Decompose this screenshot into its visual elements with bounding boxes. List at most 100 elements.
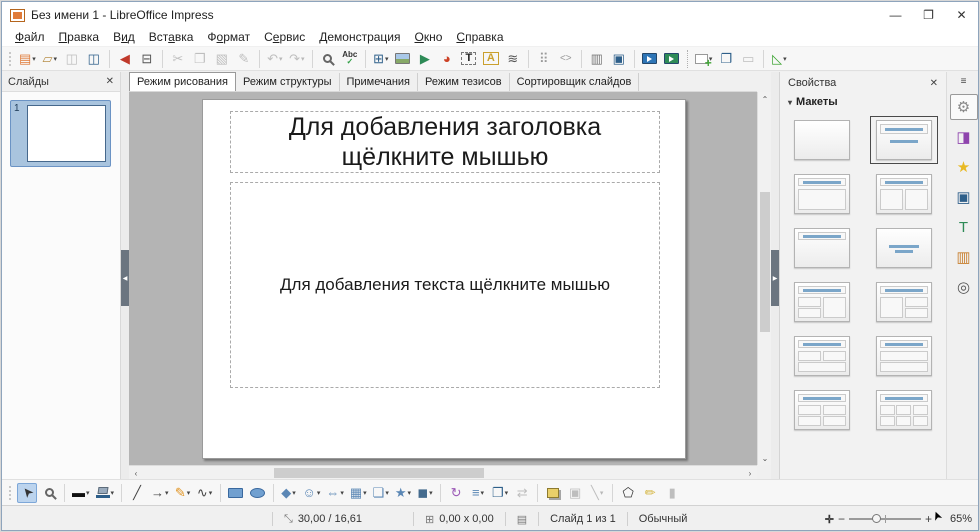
menu-Демонстрация[interactable]: Демонстрация (312, 28, 407, 46)
new-slide-icon[interactable]: +▾ (693, 49, 715, 69)
layout-title-4content[interactable] (788, 386, 856, 434)
duplicate-slide-icon[interactable]: ❐ (716, 49, 736, 69)
curves-and-polygons-icon[interactable]: ✎▾ (173, 483, 193, 503)
properties-icon[interactable]: ⚙ (950, 94, 978, 120)
modified-status[interactable]: ▤ (511, 513, 533, 526)
tab-Сортировщик слайдов[interactable]: Сортировщик слайдов (510, 73, 640, 91)
minimize-button[interactable]: — (879, 2, 912, 28)
menu-Сервис[interactable]: Сервис (257, 28, 312, 46)
layout-title-content-2content[interactable] (870, 278, 938, 326)
menu-Формат[interactable]: Формат (200, 28, 257, 46)
arrange-objects-icon[interactable]: ❐▾ (490, 483, 510, 503)
layout-title-2content-over-content[interactable] (788, 332, 856, 380)
zoom-slider-handle[interactable] (872, 514, 881, 523)
display-views-icon[interactable]: ▣ (609, 49, 629, 69)
horizontal-scroll-thumb[interactable] (274, 468, 484, 478)
gallery-icon[interactable]: ▥ (950, 244, 978, 270)
save-as-icon[interactable]: ◫ (84, 49, 104, 69)
close-button[interactable]: ✕ (945, 2, 978, 28)
zoom-slider[interactable]: − + (838, 512, 932, 526)
connectors-icon[interactable]: ∿▾ (195, 483, 215, 503)
scroll-up-icon[interactable]: ⌃ (758, 92, 772, 106)
select-icon[interactable]: ➤ (17, 483, 37, 503)
shadow-icon[interactable] (543, 483, 563, 503)
start-from-current-slide-icon[interactable] (662, 49, 682, 69)
image-filter-icon[interactable]: ╲▾ (587, 483, 607, 503)
fill-color-icon[interactable]: ▾ (94, 483, 117, 503)
zoom-out-icon[interactable]: − (838, 512, 845, 526)
insert-hyperlink-icon[interactable]: ≋ (503, 49, 523, 69)
edit-points-icon[interactable]: ⬠ (618, 483, 638, 503)
layout-title-content[interactable] (788, 170, 856, 218)
tab-Примечания[interactable]: Примечания (340, 73, 419, 91)
view-name-field[interactable]: Обычный (633, 513, 694, 525)
master-slide-icon[interactable]: ▥ (587, 49, 607, 69)
delete-slide-icon[interactable]: ▭ (738, 49, 758, 69)
align-objects-icon[interactable]: ≡▾ (468, 483, 488, 503)
scroll-left-icon[interactable]: ‹ (129, 466, 143, 480)
insert-textbox-icon[interactable]: T (459, 49, 479, 69)
line-style-icon[interactable]: ▬▾ (70, 483, 92, 503)
layout-centered-text[interactable] (870, 224, 938, 272)
menu-Вид[interactable]: Вид (106, 28, 142, 46)
tab-Режим тезисов[interactable]: Режим тезисов (418, 73, 510, 91)
find-and-replace-icon[interactable] (318, 49, 338, 69)
menu-Справка[interactable]: Справка (449, 28, 510, 46)
insert-chart-icon[interactable]: ◕ (437, 49, 457, 69)
toggle-extrusion-icon[interactable]: ▮ (662, 483, 682, 503)
menu-Правка[interactable]: Правка (52, 28, 107, 46)
animation-icon[interactable]: ★ (950, 154, 978, 180)
insert-fontwork-icon[interactable]: A (481, 49, 501, 69)
zoom-slider-track[interactable] (849, 518, 921, 520)
insert-image-icon[interactable] (393, 49, 413, 69)
rectangle-icon[interactable] (226, 483, 246, 503)
menu-Окно[interactable]: Окно (408, 28, 450, 46)
scroll-down-icon[interactable]: ⌄ (758, 451, 772, 465)
left-splitter-handle[interactable]: ◀ (121, 250, 129, 306)
callout-shapes-icon[interactable]: ❏▾ (371, 483, 391, 503)
tab-Режим рисования[interactable]: Режим рисования (129, 72, 236, 91)
save-icon[interactable]: ◫ (62, 49, 82, 69)
sidebar-close-icon[interactable]: ✕ (930, 78, 938, 89)
layout-title-subtitle[interactable] (870, 116, 938, 164)
glue-points-icon[interactable]: ✏ (640, 483, 660, 503)
start-from-first-slide-icon[interactable] (640, 49, 660, 69)
snap-guides-icon[interactable]: <> (556, 49, 576, 69)
export-pdf-icon[interactable]: ◀ (115, 49, 135, 69)
insert-table-icon[interactable]: ⊞▾ (371, 49, 391, 69)
crop-image-icon[interactable]: ▣ (565, 483, 585, 503)
maximize-button[interactable]: ❐ (912, 2, 945, 28)
sidebar-menu-icon[interactable]: ≡ (947, 72, 979, 90)
slide-count-field[interactable]: Слайд 1 из 1 (544, 513, 622, 525)
zoom-pan-icon[interactable] (39, 483, 59, 503)
star-shapes-icon[interactable]: ★▾ (393, 483, 413, 503)
rotate-icon[interactable]: ↻ (446, 483, 466, 503)
layout-blank[interactable] (788, 116, 856, 164)
print-icon[interactable]: ⊟ (137, 49, 157, 69)
distribute-icon[interactable]: ⇄ (512, 483, 532, 503)
sidebar-splitter-handle[interactable]: ▶ (771, 250, 779, 306)
fit-slide-icon[interactable]: ✛ (825, 513, 834, 526)
scroll-right-icon[interactable]: › (743, 466, 757, 480)
layouts-section-header[interactable]: ▾ Макеты (780, 94, 946, 110)
lines-and-arrows-icon[interactable]: →▾ (149, 483, 171, 503)
vertical-scroll-thumb[interactable] (760, 192, 770, 332)
horizontal-scrollbar[interactable]: ‹ › (129, 465, 757, 479)
display-grid-icon[interactable]: ⠿ (534, 49, 554, 69)
basic-shapes-icon[interactable]: ◆▾ (279, 483, 299, 503)
vertical-scrollbar[interactable]: ⌃ ⌄ (757, 92, 771, 465)
cursor-position-field[interactable]: ⤡ 30,00 / 16,61 (278, 513, 368, 526)
title-placeholder[interactable]: Для добавления заголовка щёлкните мышью (230, 111, 660, 173)
new-presentation-icon[interactable]: ▤▾ (17, 49, 38, 69)
insert-line-icon[interactable]: ╱ (127, 483, 147, 503)
slide-layout-icon[interactable]: ◺▾ (769, 49, 789, 69)
undo-icon[interactable]: ↶▾ (265, 49, 285, 69)
object-size-field[interactable]: ⊞ 0,00 x 0,00 (419, 513, 500, 526)
clone-formatting-icon[interactable]: ✎ (234, 49, 254, 69)
3d-objects-icon[interactable]: ◼▾ (415, 483, 435, 503)
slides-panel-close-icon[interactable]: ✕ (106, 76, 114, 87)
symbol-shapes-icon[interactable]: ☺▾ (301, 483, 323, 503)
redo-icon[interactable]: ↷▾ (287, 49, 307, 69)
tab-Режим структуры[interactable]: Режим структуры (236, 73, 340, 91)
menu-Вставка[interactable]: Вставка (142, 28, 201, 46)
